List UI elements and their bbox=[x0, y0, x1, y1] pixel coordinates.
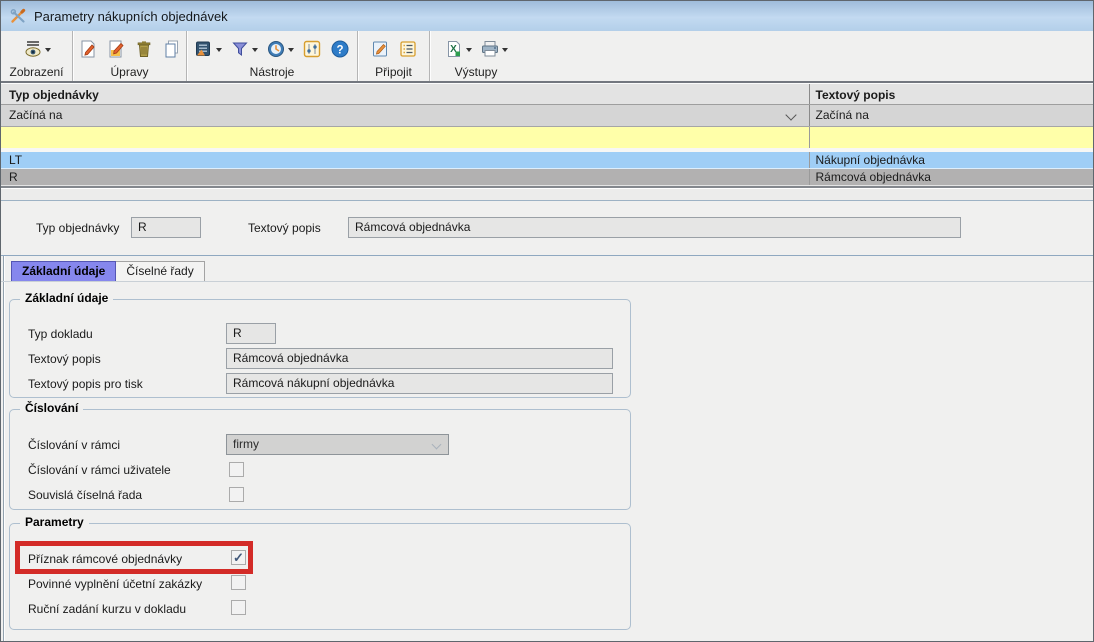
groupbox-title: Základní údaje bbox=[20, 291, 113, 305]
window: Parametry nákupních objednávek Zobrazení bbox=[0, 0, 1094, 642]
tools-icon bbox=[10, 8, 26, 24]
table-row[interactable]: R Rámcová objednávka bbox=[1, 169, 1093, 186]
orders-grid: Typ objednávky Textový popis Začíná na Z… bbox=[1, 83, 1093, 186]
povinne-vyplneni-label: Povinné vyplnění účetní zakázky bbox=[28, 577, 202, 591]
dropdown-caret-icon bbox=[252, 48, 258, 52]
filter-cell-textovy-popis[interactable]: Začíná na bbox=[810, 105, 1093, 126]
filter-icon bbox=[230, 39, 250, 59]
chevron-down-icon bbox=[432, 440, 442, 450]
toolbar-group-label: Připojit bbox=[358, 65, 429, 80]
dropdown-caret-icon bbox=[45, 48, 51, 52]
cislovani-uzivatele-checkbox[interactable] bbox=[229, 462, 244, 477]
textovy-popis-label: Textový popis bbox=[248, 221, 321, 235]
toolbar-group-vystupy: X Výstupy bbox=[430, 31, 522, 81]
typ-objednavky-label: Typ objednávky bbox=[36, 221, 119, 235]
typ-dokladu-input[interactable]: R bbox=[226, 323, 276, 344]
filter-mode-label: Začíná na bbox=[816, 108, 869, 122]
toolbar-group-pripojit: Připojit bbox=[358, 31, 430, 81]
cell-popis[interactable]: Nákupní objednávka bbox=[810, 152, 1093, 168]
print-button[interactable] bbox=[478, 38, 510, 60]
detail-tabs: Základní údaje Číselné řady bbox=[1, 262, 1093, 282]
print-icon bbox=[480, 39, 500, 59]
cell-popis[interactable]: Rámcová objednávka bbox=[810, 169, 1093, 185]
textovy-popis-field-input[interactable]: Rámcová objednávka bbox=[226, 348, 613, 369]
toolbar-group-label: Zobrazení bbox=[1, 65, 72, 80]
filter-button[interactable] bbox=[228, 38, 260, 60]
filter-mode-label: Začíná na bbox=[9, 108, 62, 122]
tab-zakladni-udaje[interactable]: Základní údaje bbox=[11, 261, 116, 281]
groupbox-title: Číslování bbox=[20, 401, 83, 415]
title-bar: Parametry nákupních objednávek bbox=[1, 1, 1093, 32]
svg-text:?: ? bbox=[336, 44, 343, 56]
view-icon bbox=[23, 39, 43, 59]
cislovani-uzivatele-label: Číslování v rámci uživatele bbox=[28, 463, 171, 477]
toolbar-group-zobrazeni: Zobrazení bbox=[1, 31, 73, 81]
rucni-zadani-label: Ruční zadání kurzu v dokladu bbox=[28, 602, 186, 616]
settings-button[interactable] bbox=[300, 38, 324, 60]
cell-typ[interactable]: R bbox=[1, 169, 810, 185]
popis-pro-tisk-label: Textový popis pro tisk bbox=[28, 377, 143, 391]
view-menu-button[interactable] bbox=[21, 38, 53, 60]
select-value: firmy bbox=[233, 437, 259, 451]
cislovani-v-ramci-select[interactable]: firmy bbox=[226, 434, 449, 455]
refresh-icon bbox=[266, 39, 286, 59]
help-icon: ? bbox=[330, 39, 350, 59]
excel-export-icon: X bbox=[444, 39, 464, 59]
cell-typ[interactable]: LT bbox=[1, 152, 810, 168]
toolbar-group-label: Nástroje bbox=[187, 65, 357, 80]
toolbar-group-label: Výstupy bbox=[430, 65, 522, 80]
edit-record-button[interactable] bbox=[104, 38, 128, 60]
souvisla-rada-label: Souvislá číselná řada bbox=[28, 488, 142, 502]
data-view-button[interactable] bbox=[192, 38, 224, 60]
new-row-placeholder[interactable] bbox=[1, 127, 1093, 148]
copy-record-icon bbox=[162, 39, 182, 59]
textovy-popis-input[interactable]: Rámcová objednávka bbox=[348, 217, 961, 238]
cislovani-v-ramci-label: Číslování v rámci bbox=[28, 438, 120, 452]
delete-record-button[interactable] bbox=[132, 38, 156, 60]
new-record-button[interactable] bbox=[76, 38, 100, 60]
chevron-down-icon[interactable] bbox=[785, 109, 796, 120]
toolbar-group-nastroje: ? Nástroje bbox=[187, 31, 358, 81]
grid-header-row: Typ objednávky Textový popis bbox=[1, 83, 1093, 105]
toolbar: Zobrazení bbox=[1, 31, 1093, 83]
new-record-icon bbox=[78, 39, 98, 59]
highlight-rectangle bbox=[15, 541, 253, 574]
column-header-typ-objednavky[interactable]: Typ objednávky bbox=[1, 84, 810, 104]
toolbar-group-label: Úpravy bbox=[73, 65, 186, 80]
attach-list-button[interactable] bbox=[396, 38, 420, 60]
data-view-icon bbox=[194, 39, 214, 59]
textovy-popis-field-label: Textový popis bbox=[28, 352, 101, 366]
tab-ciselne-rady[interactable]: Číselné řady bbox=[116, 261, 204, 281]
attach-note-button[interactable] bbox=[368, 38, 392, 60]
attach-list-icon bbox=[398, 39, 418, 59]
delete-record-icon bbox=[134, 39, 154, 59]
edit-record-icon bbox=[106, 39, 126, 59]
table-row[interactable]: LT Nákupní objednávka bbox=[1, 152, 1093, 169]
grid-filter-row: Začíná na Začíná na bbox=[1, 105, 1093, 127]
dropdown-caret-icon bbox=[502, 48, 508, 52]
rucni-zadani-checkbox[interactable] bbox=[231, 600, 246, 615]
dropdown-caret-icon bbox=[216, 48, 222, 52]
excel-export-button[interactable]: X bbox=[442, 38, 474, 60]
dropdown-caret-icon bbox=[288, 48, 294, 52]
souvisla-rada-checkbox[interactable] bbox=[229, 487, 244, 502]
povinne-vyplneni-checkbox[interactable] bbox=[231, 575, 246, 590]
attach-note-icon bbox=[370, 39, 390, 59]
dropdown-caret-icon bbox=[466, 48, 472, 52]
splitter-handle[interactable] bbox=[1, 186, 1093, 201]
filter-cell-typ-objednavky[interactable]: Začíná na bbox=[1, 105, 810, 126]
popis-pro-tisk-input[interactable]: Rámcová nákupní objednávka bbox=[226, 373, 613, 394]
detail-header: Typ objednávky R Textový popis Rámcová o… bbox=[1, 201, 1093, 256]
copy-record-button[interactable] bbox=[160, 38, 184, 60]
column-header-textovy-popis[interactable]: Textový popis bbox=[810, 84, 1093, 104]
groupbox-title: Parametry bbox=[20, 515, 89, 529]
toolbar-group-upravy: Úpravy bbox=[73, 31, 187, 81]
help-button[interactable]: ? bbox=[328, 38, 352, 60]
typ-dokladu-label: Typ dokladu bbox=[28, 327, 93, 341]
window-title: Parametry nákupních objednávek bbox=[34, 9, 228, 24]
typ-objednavky-input[interactable]: R bbox=[131, 217, 201, 238]
settings-icon bbox=[302, 39, 322, 59]
refresh-button[interactable] bbox=[264, 38, 296, 60]
